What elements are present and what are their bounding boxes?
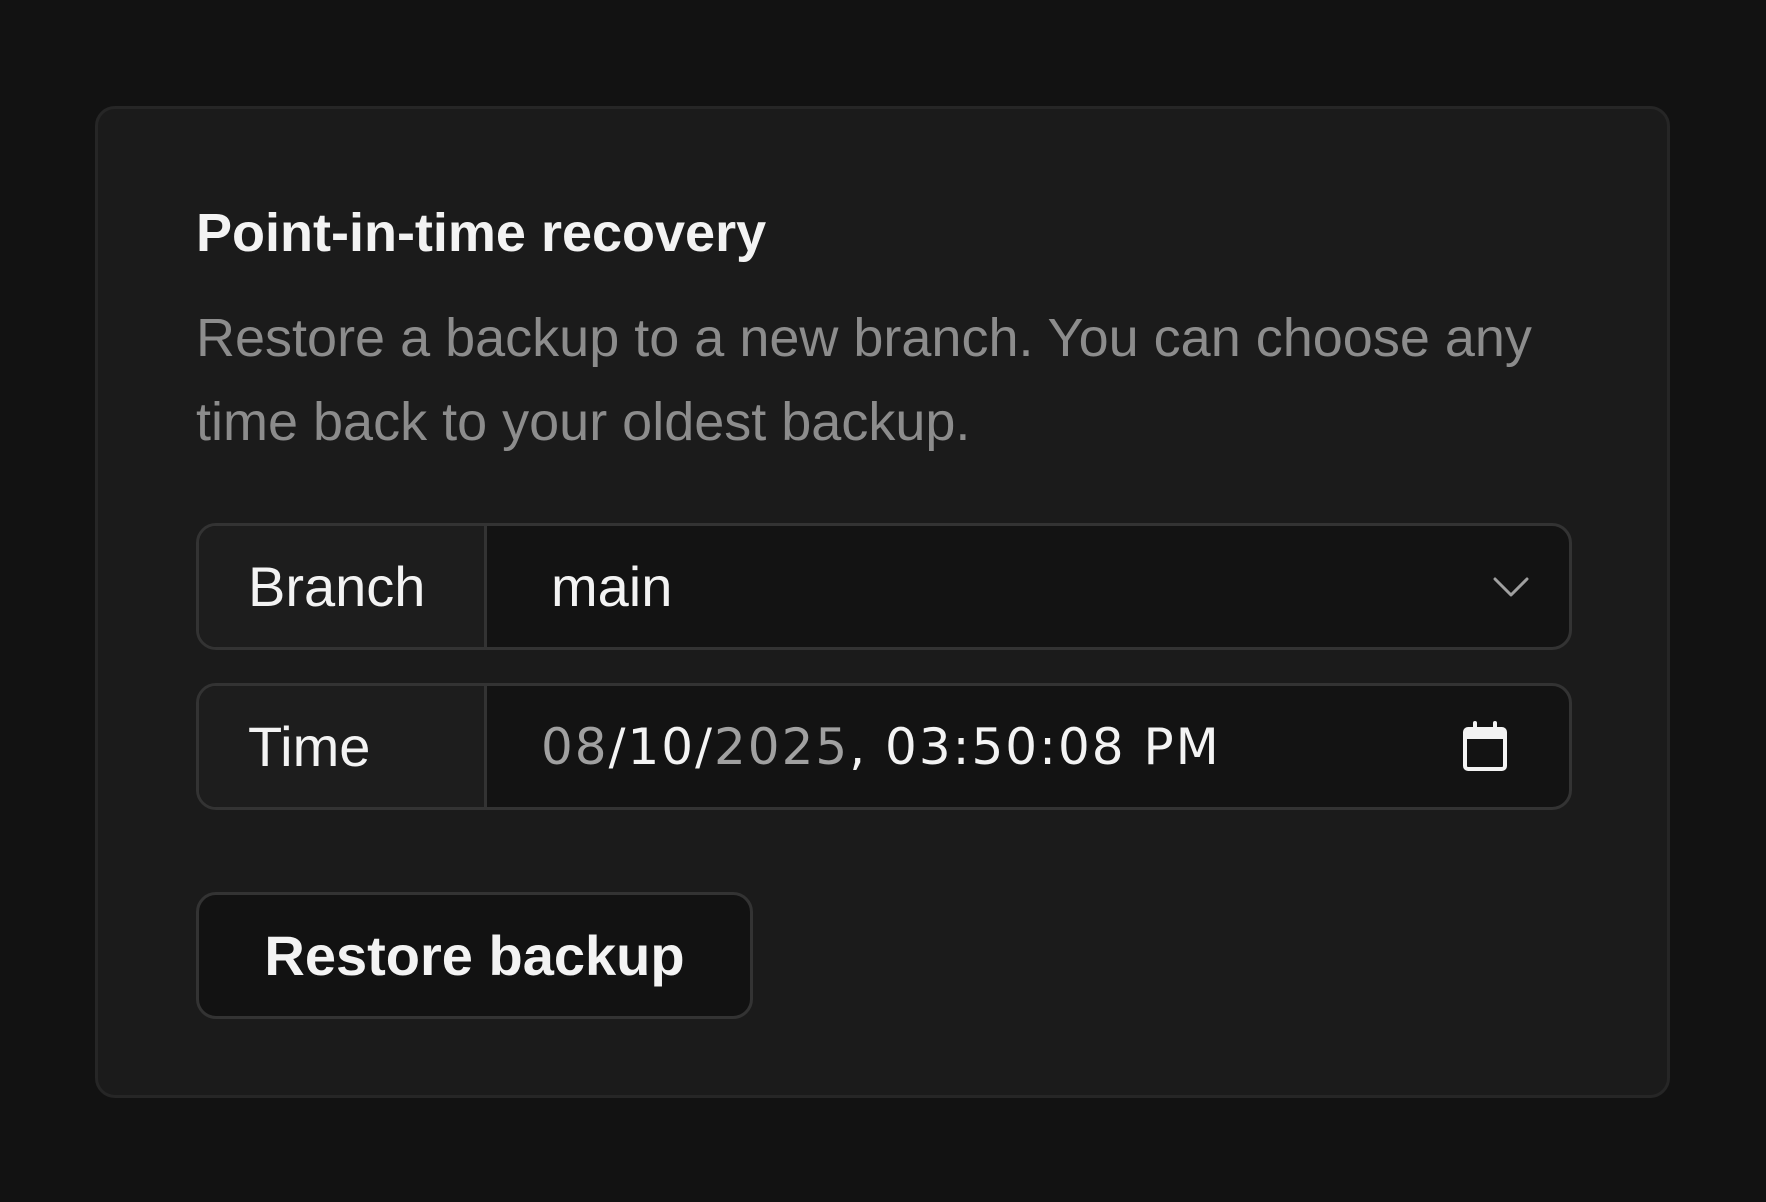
restore-backup-button[interactable]: Restore backup [196,892,753,1019]
year-segment[interactable]: 2025 [714,718,849,776]
time-field: Time 08/10/2025, 03:50:08 PM [196,683,1572,810]
branch-select-value: main [551,555,673,618]
datetime-input[interactable]: 08/10/2025, 03:50:08 PM [487,686,1569,807]
branch-select[interactable]: main [487,526,1569,647]
branch-field: Branch main [196,523,1572,650]
month-segment[interactable]: 08 [541,718,609,776]
day-segment[interactable]: 10 [627,718,695,776]
datetime-value: 08/10/2025, 03:50:08 PM [541,717,1221,776]
card-description: Restore a backup to a new branch. You ca… [196,308,1532,452]
branch-label: Branch [199,526,487,647]
time-label: Time [199,686,487,807]
chevron-down-icon[interactable] [1491,575,1531,599]
card-title: Point-in-time recovery [196,203,767,263]
point-in-time-recovery-card: Point-in-time recovery Restore a backup … [95,106,1670,1098]
time-segment[interactable]: 03:50:08 PM [885,718,1221,776]
calendar-icon[interactable] [1461,720,1509,773]
